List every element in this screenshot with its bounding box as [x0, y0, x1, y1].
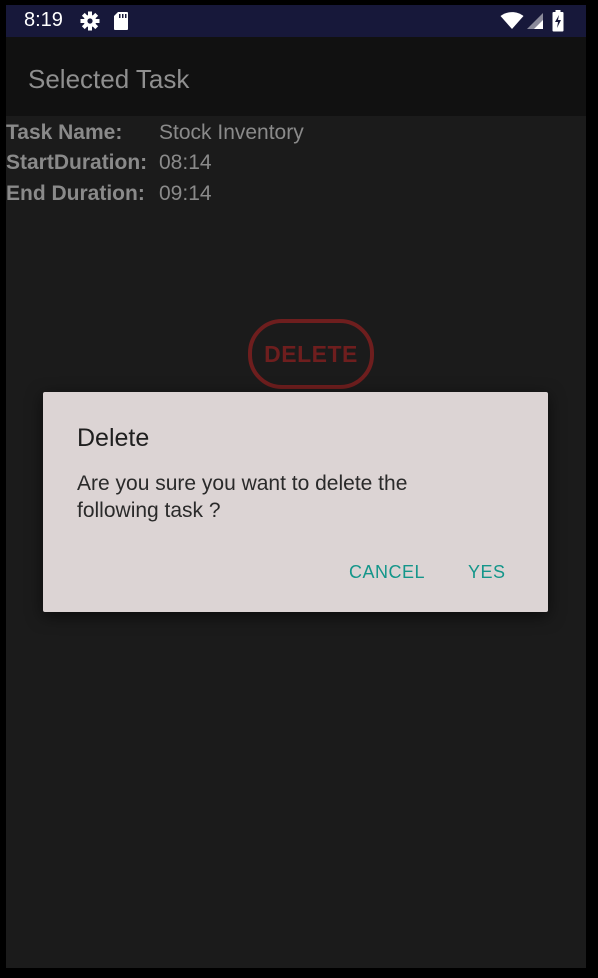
battery-charging-icon	[552, 10, 564, 37]
start-duration-label: StartDuration:	[6, 151, 148, 174]
dialog-title: Delete	[77, 424, 150, 452]
sd-card-icon	[113, 11, 129, 36]
delete-button[interactable]: DELETE	[248, 319, 374, 389]
end-duration-value: 09:14	[159, 182, 212, 205]
status-time: 8:19	[24, 9, 63, 31]
delete-confirm-dialog: Delete Are you sure you want to delete t…	[43, 392, 548, 612]
cancel-button[interactable]: CANCEL	[349, 562, 425, 583]
dialog-message: Are you sure you want to delete the foll…	[77, 472, 408, 522]
start-duration-value: 08:14	[159, 151, 212, 174]
task-name-value: Stock Inventory	[159, 121, 304, 144]
task-name-label: Task Name:	[6, 121, 123, 144]
wifi-icon	[500, 12, 524, 35]
app-bar: Selected Task	[6, 37, 586, 116]
app-screen: 8:19 Selected Task Task Name: Stock Inve…	[6, 5, 586, 968]
yes-button[interactable]: YES	[468, 562, 506, 583]
status-bar: 8:19	[6, 5, 586, 37]
gear-icon	[80, 11, 100, 36]
page-title: Selected Task	[28, 64, 190, 94]
end-duration-label: End Duration:	[6, 182, 145, 205]
cell-signal-icon	[526, 12, 544, 35]
